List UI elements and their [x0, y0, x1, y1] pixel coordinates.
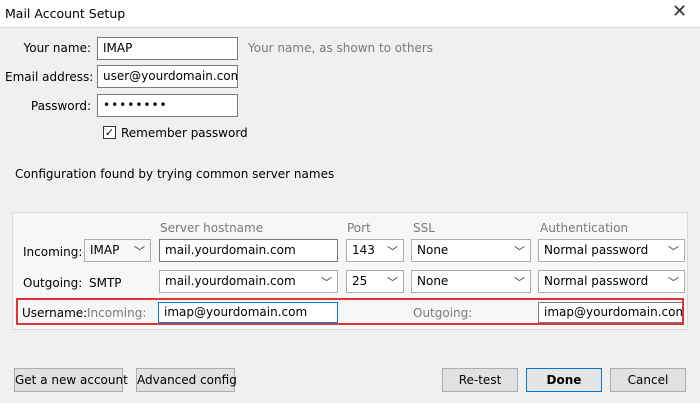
header-authentication: Authentication	[540, 221, 629, 235]
incoming-port-select[interactable]: 143 ﹀	[346, 239, 404, 262]
status-message: Configuration found by trying common ser…	[15, 167, 335, 181]
outgoing-hostname-select[interactable]: mail.yourdomain.com ﹀	[159, 270, 338, 293]
incoming-ssl-value: None	[417, 243, 449, 257]
retest-button[interactable]: Re-test	[442, 368, 518, 392]
incoming-ssl-select[interactable]: None ﹀	[411, 239, 531, 262]
name-hint: Your name, as shown to others	[248, 41, 434, 55]
get-new-account-button[interactable]: Get a new account	[14, 368, 128, 392]
title-bar: Mail Account Setup ✕	[0, 0, 700, 28]
chevron-down-icon: ﹀	[387, 276, 398, 289]
chevron-down-icon: ﹀	[387, 245, 398, 258]
header-server-hostname: Server hostname	[160, 221, 264, 235]
outgoing-auth-select[interactable]: Normal password ﹀	[538, 270, 685, 293]
window-title: Mail Account Setup	[5, 6, 126, 21]
outgoing-ssl-select[interactable]: None ﹀	[411, 270, 531, 293]
header-ssl: SSL	[413, 221, 435, 235]
chevron-down-icon: ﹀	[134, 245, 145, 258]
incoming-protocol-select[interactable]: IMAP ﹀	[84, 239, 151, 262]
chevron-down-icon: ﹀	[514, 245, 525, 258]
remember-password-label: Remember password	[121, 126, 248, 140]
incoming-port-value: 143	[352, 243, 375, 257]
chevron-down-icon: ﹀	[514, 276, 525, 289]
outgoing-hostname-value: mail.yourdomain.com	[165, 274, 296, 288]
outgoing-auth-value: Normal password	[544, 274, 649, 288]
remember-password-checkbox[interactable]: ✓	[103, 126, 116, 139]
name-label: Your name:	[23, 41, 91, 55]
incoming-auth-value: Normal password	[544, 243, 649, 257]
outgoing-port-select[interactable]: 25 ﹀	[346, 270, 404, 293]
password-input[interactable]: ••••••••	[97, 94, 238, 117]
advanced-config-button[interactable]: Advanced config	[136, 368, 237, 392]
outgoing-ssl-value: None	[417, 274, 449, 288]
name-input[interactable]: IMAP	[97, 37, 238, 60]
chevron-down-icon: ﹀	[668, 276, 679, 289]
cancel-button[interactable]: Cancel	[610, 368, 686, 392]
username-highlight-box	[16, 298, 684, 325]
password-label: Password:	[30, 99, 91, 113]
email-input[interactable]: user@yourdomain.com	[97, 65, 238, 88]
incoming-label: Incoming:	[23, 245, 83, 259]
chevron-down-icon: ﹀	[668, 245, 679, 258]
outgoing-port-value: 25	[352, 274, 368, 288]
email-label: Email address:	[5, 70, 94, 84]
done-button[interactable]: Done	[526, 368, 602, 392]
outgoing-label: Outgoing:	[23, 276, 83, 290]
close-icon[interactable]: ✕	[672, 2, 687, 22]
chevron-down-icon: ﹀	[321, 276, 332, 289]
header-port: Port	[347, 221, 371, 235]
incoming-protocol-value: IMAP	[90, 243, 120, 257]
outgoing-protocol: SMTP	[89, 276, 122, 290]
incoming-hostname-input[interactable]: mail.yourdomain.com	[159, 239, 338, 262]
incoming-auth-select[interactable]: Normal password ﹀	[538, 239, 685, 262]
